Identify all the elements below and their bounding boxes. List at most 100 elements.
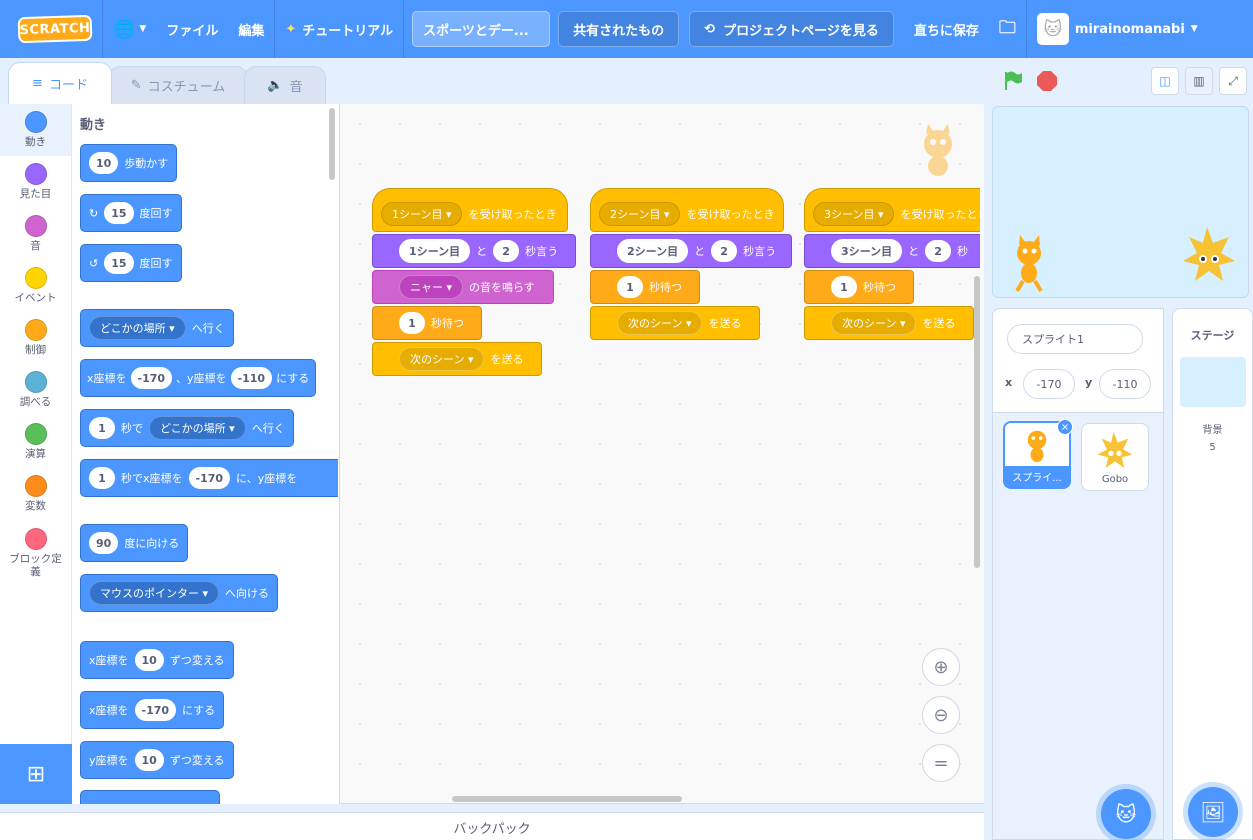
block-say-for-secs[interactable]: 1シーン目 と 2 秒言う: [372, 234, 576, 268]
broadcast-dropdown[interactable]: 3シーン目 ▾: [813, 202, 895, 226]
block-input[interactable]: 1: [399, 312, 425, 334]
block-input[interactable]: 10: [89, 152, 119, 174]
file-menu[interactable]: ファイル: [156, 0, 228, 58]
fullscreen-button[interactable]: ⤢: [1219, 67, 1247, 95]
category-variables[interactable]: 変数: [0, 468, 71, 520]
stop-button[interactable]: [1034, 68, 1060, 94]
palette-scrollbar[interactable]: [329, 108, 335, 180]
hat-when-received-2[interactable]: 2シーン目 ▾ を受け取ったとき: [590, 188, 784, 232]
block-input[interactable]: 15: [104, 202, 134, 224]
category-sound[interactable]: 音: [0, 208, 71, 260]
block-turn-left[interactable]: ↺ 15 度回す: [80, 244, 182, 282]
tab-costumes[interactable]: ✎ コスチューム: [108, 66, 248, 104]
sprite-name-input[interactable]: スプライト1: [1007, 324, 1143, 354]
broadcast-dropdown[interactable]: 次のシーン ▾: [399, 347, 485, 371]
save-now-button[interactable]: 直ちに保存: [904, 0, 989, 58]
block-input[interactable]: 2: [711, 240, 738, 262]
workspace-vertical-scrollbar[interactable]: [974, 276, 980, 568]
block-input[interactable]: 2: [925, 240, 952, 262]
block-input[interactable]: 90: [89, 532, 119, 554]
block-point-direction[interactable]: 90 度に向ける: [80, 524, 189, 562]
sprite-thumb-sprite1[interactable]: スプライ... ×: [1003, 419, 1073, 489]
add-extension-button[interactable]: ⊞: [0, 744, 72, 804]
add-sprite-button[interactable]: 🐱: [1101, 789, 1151, 839]
add-backdrop-button[interactable]: 🖼: [1188, 787, 1238, 837]
block-input[interactable]: -170: [188, 467, 231, 489]
scratch-logo[interactable]: SCRATCH: [17, 14, 93, 44]
block-input[interactable]: 10: [134, 649, 164, 671]
hat-when-received-1[interactable]: 1シーン目 ▾ を受け取ったとき: [372, 188, 568, 232]
block-input[interactable]: 3シーン目: [831, 239, 903, 263]
block-say-for-secs[interactable]: 2シーン目 と 2 秒言う: [590, 234, 792, 268]
block-input[interactable]: 1: [89, 417, 115, 439]
green-flag-button[interactable]: [1000, 68, 1026, 94]
stage-selector[interactable]: ステージ 背景 5 🖼: [1172, 308, 1253, 840]
broadcast-dropdown[interactable]: 次のシーン ▾: [831, 311, 917, 335]
language-menu[interactable]: 🌐 ▼: [103, 0, 156, 58]
block-input[interactable]: 1: [89, 467, 115, 489]
block-broadcast[interactable]: 次のシーン ▾ を送る: [804, 306, 974, 340]
small-stage-button[interactable]: ◫: [1151, 67, 1179, 95]
block-input[interactable]: 2: [493, 240, 520, 262]
block-change-x[interactable]: x座標を 10 ずつ変える: [80, 641, 234, 679]
my-stuff-button[interactable]: 🗀: [989, 0, 1026, 58]
share-button[interactable]: 共有されたもの: [558, 11, 680, 47]
block-wait[interactable]: 1 秒待つ: [590, 270, 700, 304]
block-turn-right[interactable]: ↻ 15 度回す: [80, 194, 182, 232]
block-input[interactable]: 1: [617, 276, 643, 298]
block-broadcast[interactable]: 次のシーン ▾ を送る: [372, 342, 542, 376]
block-glide-xy[interactable]: 1 秒でx座標を -170 に、y座標を: [80, 459, 338, 497]
block-glide[interactable]: 1 秒で どこかの場所 ▾ へ行く: [80, 409, 294, 447]
workspace-horizontal-scrollbar[interactable]: [452, 796, 682, 802]
tab-code[interactable]: ≡ コード: [8, 62, 112, 104]
see-project-page-button[interactable]: ⟲ プロジェクトページを見る: [689, 11, 894, 47]
category-sensing[interactable]: 調べる: [0, 364, 71, 416]
edit-menu[interactable]: 編集: [228, 0, 274, 58]
block-input[interactable]: 1: [831, 276, 857, 298]
block-say-for-secs[interactable]: 3シーン目 と 2 秒: [804, 234, 980, 268]
block-wait[interactable]: 1 秒待つ: [372, 306, 482, 340]
category-looks[interactable]: 見た目: [0, 156, 71, 208]
block-broadcast[interactable]: 次のシーン ▾ を送る: [590, 306, 760, 340]
block-wait[interactable]: 1 秒待つ: [804, 270, 914, 304]
block-input[interactable]: -110: [230, 367, 273, 389]
block-change-y[interactable]: y座標を 10 ずつ変える: [80, 741, 234, 779]
project-title-input[interactable]: スポーツとデー...: [412, 11, 551, 47]
category-operators[interactable]: 演算: [0, 416, 71, 468]
block-play-sound[interactable]: ニャー ▾ の音を鳴らす: [372, 270, 554, 304]
broadcast-dropdown[interactable]: 2シーン目 ▾: [599, 202, 681, 226]
block-input[interactable]: -170: [130, 367, 173, 389]
block-input[interactable]: 15: [104, 252, 134, 274]
block-set-x[interactable]: x座標を -170 にする: [80, 691, 225, 729]
backdrop-thumbnail[interactable]: [1179, 357, 1246, 407]
zoom-in-button[interactable]: ⊕: [922, 648, 960, 686]
sprite-thumb-gobo[interactable]: Gobo: [1081, 423, 1149, 491]
sound-dropdown[interactable]: ニャー ▾: [399, 275, 464, 299]
stage-canvas[interactable]: [992, 106, 1249, 298]
tab-sounds[interactable]: 🔈 音: [244, 66, 326, 104]
x-position-input[interactable]: -170: [1023, 369, 1075, 399]
category-control[interactable]: 制御: [0, 312, 71, 364]
block-point-towards[interactable]: マウスのポインター ▾ へ向ける: [80, 574, 279, 612]
script-workspace[interactable]: 1シーン目 ▾ を受け取ったとき 1シーン目 と 2 秒言う ニャー ▾ の音を…: [340, 104, 984, 804]
zoom-reset-button[interactable]: =: [922, 744, 960, 782]
broadcast-dropdown[interactable]: 次のシーン ▾: [617, 311, 703, 335]
block-dropdown[interactable]: マウスのポインター ▾: [89, 581, 220, 605]
block-goto-xy[interactable]: x座標を -170 、y座標を -110 にする: [80, 359, 317, 397]
hat-when-received-3[interactable]: 3シーン目 ▾ を受け取ったとき: [804, 188, 980, 232]
block-partial[interactable]: [80, 790, 220, 804]
account-menu[interactable]: 🐱 mirainomanabi ▼: [1027, 0, 1208, 58]
block-move-steps[interactable]: 10 歩動かす: [80, 144, 178, 182]
y-position-input[interactable]: -110: [1099, 369, 1151, 399]
broadcast-dropdown[interactable]: 1シーン目 ▾: [381, 202, 463, 226]
block-goto[interactable]: どこかの場所 ▾ へ行く: [80, 309, 234, 347]
zoom-out-button[interactable]: ⊖: [922, 696, 960, 734]
block-dropdown[interactable]: どこかの場所 ▾: [149, 416, 246, 440]
category-motion[interactable]: 動き: [0, 104, 71, 156]
block-input[interactable]: -170: [134, 699, 177, 721]
tutorial-menu[interactable]: ✦ チュートリアル: [275, 0, 403, 58]
block-dropdown[interactable]: どこかの場所 ▾: [89, 316, 186, 340]
large-stage-button[interactable]: ▥: [1185, 67, 1213, 95]
delete-sprite-button[interactable]: ×: [1057, 419, 1073, 435]
backpack-bar[interactable]: バックパック: [0, 812, 984, 840]
